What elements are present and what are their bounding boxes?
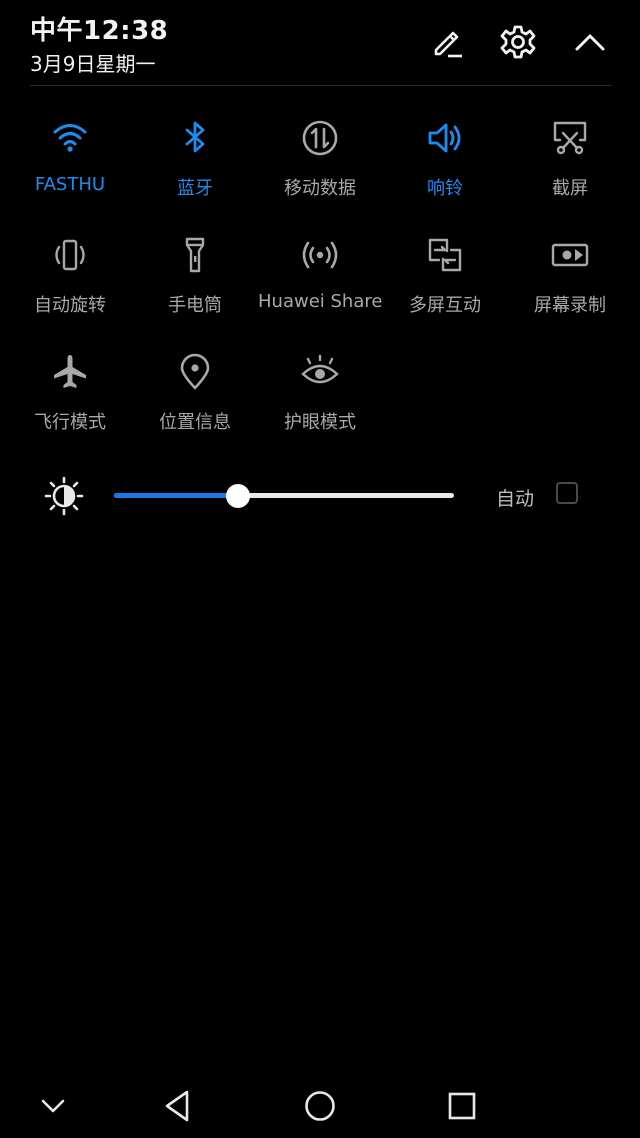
- airplane-icon: [50, 352, 90, 392]
- tile-wifi[interactable]: FASTHU: [8, 110, 132, 220]
- tile-bluetooth[interactable]: 蓝牙: [133, 110, 257, 220]
- tile-location[interactable]: 位置信息: [133, 344, 257, 454]
- status-header: 中午12:38 3月9日星期一: [0, 0, 640, 86]
- tile-screen-record[interactable]: 屏幕录制: [508, 227, 632, 337]
- clock-date: 3月9日星期一: [30, 52, 156, 76]
- tile-ring[interactable]: 响铃: [383, 110, 507, 220]
- slider-thumb[interactable]: [226, 484, 250, 508]
- expand-down-icon: [41, 1099, 65, 1113]
- tile-label: 手电筒: [168, 295, 222, 316]
- tile-label: FASTHU: [34, 174, 106, 195]
- tile-flashlight[interactable]: 手电筒: [133, 227, 257, 337]
- multi-screen-icon: [425, 235, 465, 275]
- brightness-icon: [44, 476, 84, 516]
- tile-screenshot[interactable]: 截屏: [508, 110, 632, 220]
- tile-label: 移动数据: [284, 178, 356, 199]
- home-icon: [305, 1091, 335, 1121]
- brightness-row: 自动: [0, 470, 640, 522]
- ring-volume-icon: [425, 118, 465, 158]
- recents-button[interactable]: [442, 1086, 482, 1126]
- tile-airplane[interactable]: 飞行模式: [8, 344, 132, 454]
- back-button[interactable]: [157, 1086, 197, 1126]
- wifi-icon: [50, 118, 90, 158]
- eye-comfort-icon: [300, 352, 340, 392]
- tile-label: 蓝牙: [177, 178, 213, 199]
- auto-brightness-label: 自动: [496, 488, 535, 510]
- recents-icon: [448, 1092, 476, 1120]
- tile-label: 截屏: [552, 178, 588, 199]
- tile-label: 屏幕录制: [534, 295, 606, 316]
- collapse-button[interactable]: [570, 22, 610, 62]
- home-button[interactable]: [300, 1086, 340, 1126]
- header-divider: [30, 85, 612, 86]
- tile-eye-comfort[interactable]: 护眼模式: [258, 344, 382, 454]
- tile-huawei-share[interactable]: Huawei Share: [258, 227, 382, 337]
- clock-time: 中午12:38: [30, 16, 169, 46]
- tile-mobile-data[interactable]: 移动数据: [258, 110, 382, 220]
- brightness-slider[interactable]: [114, 484, 454, 508]
- screenshot-icon: [550, 118, 590, 158]
- settings-icon: [500, 25, 536, 59]
- settings-button[interactable]: [498, 22, 538, 62]
- huawei-share-icon: [300, 235, 340, 275]
- slider-fill: [114, 493, 238, 498]
- back-icon: [165, 1090, 189, 1122]
- screen-record-icon: [550, 235, 590, 275]
- tile-multi-screen[interactable]: 多屏互动: [383, 227, 507, 337]
- mobile-data-icon: [300, 118, 340, 158]
- location-icon: [175, 352, 215, 392]
- collapse-icon: [575, 34, 605, 51]
- auto-rotate-icon: [50, 235, 90, 275]
- navigation-bar: [0, 1078, 640, 1134]
- tile-label: 护眼模式: [284, 412, 356, 433]
- bluetooth-icon: [175, 118, 215, 158]
- tile-label: Huawei Share: [258, 291, 383, 312]
- tile-label: 响铃: [427, 178, 463, 199]
- tile-label: 自动旋转: [34, 295, 106, 316]
- tile-auto-rotate[interactable]: 自动旋转: [8, 227, 132, 337]
- edit-button[interactable]: [428, 22, 468, 62]
- tile-label: 飞行模式: [34, 412, 106, 433]
- auto-brightness-checkbox[interactable]: [556, 482, 578, 504]
- tile-label: 位置信息: [159, 412, 231, 433]
- expand-down-button[interactable]: [33, 1086, 73, 1126]
- edit-icon: [434, 31, 462, 58]
- flashlight-icon: [175, 235, 215, 275]
- tile-label: 多屏互动: [409, 295, 481, 316]
